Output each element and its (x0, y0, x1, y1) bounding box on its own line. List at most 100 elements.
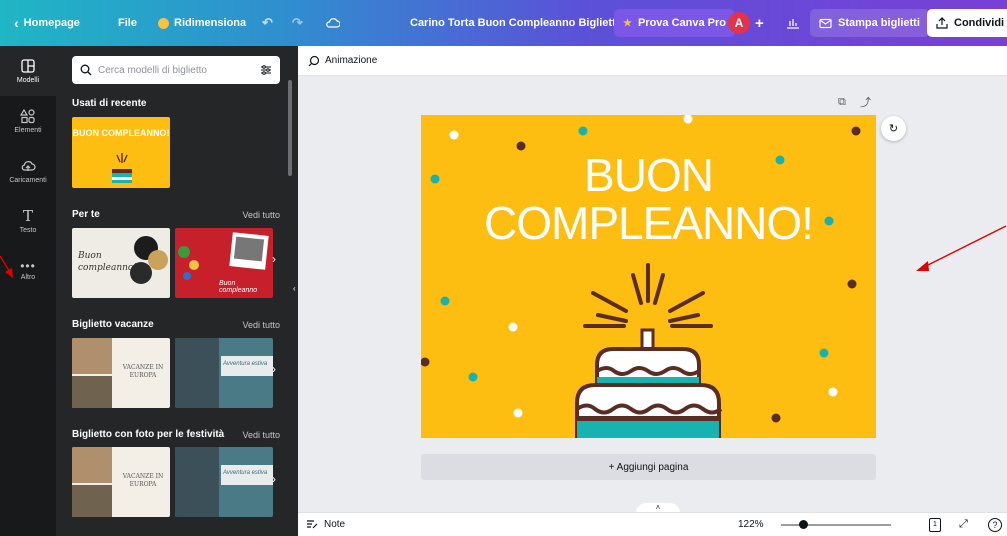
cloud-save-icon[interactable] (326, 0, 340, 46)
left-sidebar: Modelli Elementi Caricamenti T Testo •••… (0, 46, 56, 536)
fullscreen-icon[interactable]: ⤢ (959, 518, 968, 531)
refresh-design-button[interactable]: ↻ (881, 116, 906, 141)
sidebar-item-label: Caricamenti (9, 177, 47, 184)
insights-button[interactable] (786, 0, 800, 46)
resize-label: Ridimensiona (174, 17, 247, 29)
recent-title: Usati di recente (72, 98, 147, 109)
cake-illustration (112, 153, 132, 183)
for-you-see-all-link[interactable]: Vedi tutto (242, 210, 280, 220)
chevron-left-icon: ‹ (14, 15, 19, 31)
holiday-title: Biglietto vacanze (72, 319, 154, 330)
thumb-text: VACANZE IN EUROPA (122, 364, 164, 379)
filter-icon[interactable] (260, 64, 272, 76)
candle-rays (583, 263, 713, 328)
thumb-text: Avventura estiva (223, 470, 268, 476)
page-count-button[interactable]: 1 (929, 518, 941, 532)
zoom-slider[interactable] (781, 520, 891, 529)
add-member-button[interactable]: + (755, 0, 764, 46)
zoom-value[interactable]: 122% (738, 519, 764, 530)
avatar-letter: A (728, 12, 750, 34)
notes-button[interactable]: Note (306, 519, 345, 530)
shapes-icon (20, 108, 35, 124)
sidebar-item-label: Testo (19, 227, 37, 234)
headline-line-1[interactable]: BUON (421, 151, 876, 199)
thumb-text: VACANZE IN EUROPA (122, 473, 164, 488)
chevron-up-icon: ˄ (655, 503, 661, 512)
panel-scrollbar[interactable] (288, 80, 292, 176)
share-button[interactable]: Condividi (927, 9, 1007, 37)
home-button[interactable]: ‹ Homepage (14, 0, 80, 46)
duplicate-page-icon[interactable]: ⧉ (838, 96, 846, 109)
templates-panel: Cerca modelli di biglietto Usati di rece… (56, 46, 298, 536)
home-label: Homepage (23, 17, 80, 29)
template-thumb[interactable]: Avventura estiva (175, 447, 273, 517)
template-thumb[interactable]: Buon compleanno (175, 228, 273, 298)
sidebar-item-label: Modelli (16, 77, 40, 84)
headline-line-2[interactable]: COMPLEANNO! (421, 199, 876, 247)
card-design-canvas[interactable]: BUON COMPLEANNO! (421, 115, 876, 438)
workspace-scrollbar[interactable] (998, 80, 1004, 510)
chevron-right-icon[interactable]: › (272, 472, 284, 492)
template-icon (21, 59, 35, 73)
add-page-button[interactable]: + Aggiungi pagina (421, 454, 876, 480)
help-button[interactable]: ? (988, 518, 1002, 532)
template-thumb[interactable]: Avventura estiva (175, 338, 273, 408)
sidebar-item-templates[interactable]: Modelli (0, 46, 56, 96)
editor-toolbar: Animazione (298, 46, 1007, 76)
try-pro-button[interactable]: ★ Prova Canva Pro (614, 9, 736, 37)
holiday-see-all-link[interactable]: Vedi tutto (242, 320, 280, 330)
text-icon: T (22, 207, 33, 225)
more-icon: ••• (20, 259, 36, 273)
envelope-icon (819, 18, 832, 28)
chevron-left-icon: ‹ (293, 284, 296, 293)
file-label: File (118, 17, 137, 29)
sidebar-item-label: Altro (20, 274, 36, 281)
print-cards-label: Stampa biglietti (838, 17, 920, 29)
avatar[interactable]: A (728, 0, 750, 46)
search-bar[interactable]: Cerca modelli di biglietto (72, 56, 280, 84)
help-icon: ? (992, 520, 998, 530)
add-page-icon[interactable]: ⤴ (860, 94, 871, 110)
star-icon: ★ (623, 17, 632, 29)
page-count: 1 (933, 521, 937, 528)
chevron-right-icon[interactable]: › (272, 362, 284, 382)
zoom-slider-knob[interactable] (799, 520, 808, 529)
resize-button[interactable]: Ridimensiona (158, 0, 246, 46)
recent-thumb-text: BUON COMPLEANNO! (72, 128, 170, 138)
sidebar-item-text[interactable]: T Testo (0, 196, 56, 246)
recent-template-thumb[interactable]: BUON COMPLEANNO! (72, 117, 170, 188)
notes-label: Note (324, 519, 346, 530)
sidebar-item-uploads[interactable]: Caricamenti (0, 146, 56, 196)
try-pro-label: Prova Canva Pro (637, 17, 727, 29)
thumb-text: Buon compleanno! (78, 251, 137, 273)
redo-button[interactable]: ↷ (292, 0, 303, 46)
print-cards-button[interactable]: Stampa biglietti (810, 9, 929, 37)
template-thumb[interactable]: VACANZE IN EUROPA (72, 338, 170, 408)
sidebar-item-label: Elementi (14, 127, 42, 134)
top-bar: ‹ Homepage File Ridimensiona ↶ ↷ Carino … (0, 0, 1007, 46)
undo-icon: ↶ (262, 15, 273, 30)
plus-icon: + (755, 14, 764, 32)
template-thumb[interactable]: VACANZE IN EUROPA (72, 447, 170, 517)
notes-icon (307, 520, 318, 529)
file-menu[interactable]: File (118, 0, 137, 46)
sidebar-item-elements[interactable]: Elementi (0, 96, 56, 146)
bottom-bar: Note 122% 1 ⤢ ? (298, 512, 1007, 536)
document-title[interactable]: Carino Torta Buon Compleanno Biglietto (410, 0, 622, 46)
animation-button[interactable]: Animazione (308, 55, 377, 67)
bar-chart-icon (787, 19, 799, 29)
redo-icon: ↷ (292, 15, 303, 30)
add-page-label: + Aggiungi pagina (608, 461, 689, 473)
template-thumb[interactable]: Buon compleanno! (72, 228, 170, 298)
thumb-text: Avventura estiva (223, 361, 268, 367)
sidebar-item-more[interactable]: ••• Altro (0, 246, 56, 296)
search-input[interactable]: Cerca modelli di biglietto (98, 65, 254, 76)
festive-see-all-link[interactable]: Vedi tutto (242, 430, 280, 440)
search-icon (80, 64, 92, 76)
chevron-right-icon[interactable]: › (272, 252, 284, 272)
share-icon (936, 17, 948, 29)
undo-button[interactable]: ↶ (262, 0, 273, 46)
animation-label: Animazione (325, 55, 378, 66)
document-title-text: Carino Torta Buon Compleanno Biglietto (410, 17, 623, 29)
for-you-title: Per te (72, 209, 100, 220)
